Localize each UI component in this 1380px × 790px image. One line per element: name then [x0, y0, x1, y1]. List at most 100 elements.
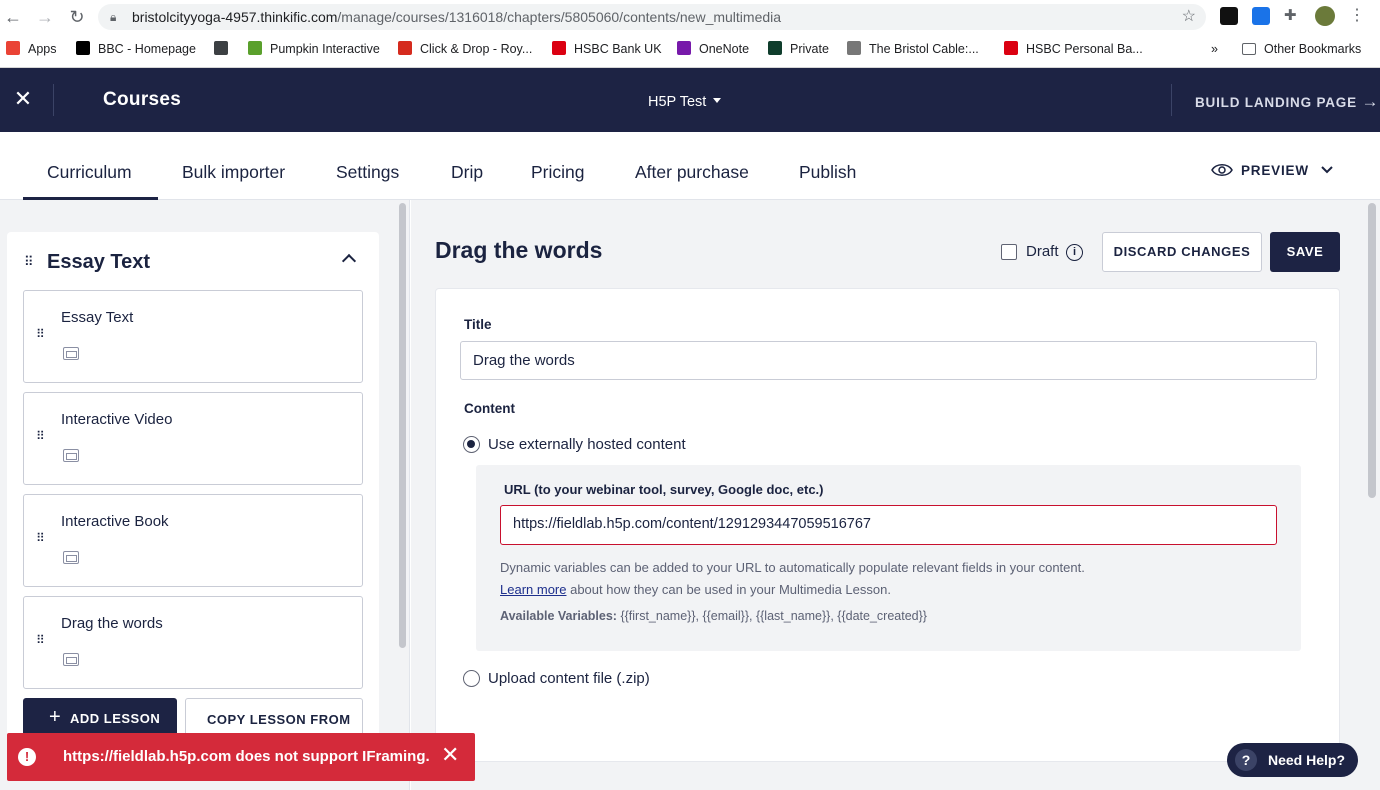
bookmark-icon [214, 41, 228, 55]
learn-more-link[interactable]: Learn more [500, 582, 566, 597]
build-landing-page-button[interactable]: BUILD LANDING PAGE → [1195, 92, 1379, 112]
bookmark-label: HSBC Personal Ba... [1026, 42, 1143, 56]
other-bookmarks[interactable]: Other Bookmarks [1242, 40, 1361, 58]
divider [1171, 84, 1172, 116]
extension-icon[interactable] [1252, 7, 1270, 25]
bookmark-icon [76, 41, 90, 55]
folder-icon [1242, 43, 1256, 55]
multimedia-icon [63, 551, 79, 564]
bookmark-icon [847, 41, 861, 55]
menu-icon[interactable]: ⋮ [1348, 7, 1366, 25]
available-variables: Available Variables: {{first_name}}, {{e… [500, 609, 927, 623]
lesson-item[interactable]: ⠿ Interactive Book [23, 494, 363, 587]
tab-drip[interactable]: Drip [451, 162, 483, 183]
section-title: Courses [103, 89, 182, 110]
course-tabs: Curriculum Bulk importer Settings Drip P… [0, 132, 1380, 200]
tab-publish[interactable]: Publish [799, 162, 856, 183]
tab-curriculum[interactable]: Curriculum [47, 162, 132, 183]
drag-handle-icon[interactable]: ⠿ [36, 531, 45, 545]
tab-pricing[interactable]: Pricing [531, 162, 585, 183]
bookmark-item[interactable]: OneNote [677, 40, 749, 58]
bookmark-label: HSBC Bank UK [574, 42, 662, 56]
url-field[interactable]: https://fieldlab.h5p.com/content/1291293… [500, 505, 1277, 545]
bookmark-item[interactable] [214, 40, 236, 58]
error-icon: ! [18, 748, 36, 766]
sidebar-scrollbar[interactable] [399, 203, 406, 648]
lesson-item[interactable]: ⠿ Drag the words [23, 596, 363, 689]
bookmark-item[interactable]: Pumpkin Interactive [248, 40, 380, 58]
bookmark-item[interactable]: BBC - Homepage [76, 40, 196, 58]
extension-icon[interactable] [1220, 7, 1238, 25]
multimedia-icon [63, 347, 79, 360]
lesson-name: Drag the words [61, 615, 163, 632]
lesson-item[interactable]: ⠿ Essay Text [23, 290, 363, 383]
plus-icon: + [49, 706, 62, 728]
bookmark-star-icon[interactable]: ☆ [1182, 4, 1196, 30]
multimedia-icon [63, 653, 79, 666]
address-bar-url: bristolcityyoga-4957.thinkific.com/manag… [132, 9, 782, 25]
tab-after-purchase[interactable]: After purchase [635, 162, 749, 183]
lock-icon: 🔒︎ [110, 10, 117, 24]
info-icon[interactable]: i [1066, 244, 1083, 261]
bookmark-label: Private [790, 42, 829, 56]
bookmark-icon [6, 41, 20, 55]
drag-handle-icon[interactable]: ⠿ [36, 633, 45, 647]
discard-changes-button[interactable]: DISCARD CHANGES [1102, 232, 1262, 272]
bookmark-label: Apps [28, 42, 57, 56]
upload-content-label[interactable]: Upload content file (.zip) [488, 670, 650, 687]
close-icon[interactable]: ✕ [12, 88, 34, 110]
back-icon[interactable]: ← [2, 6, 24, 28]
course-selector[interactable]: H5P Test [648, 94, 722, 110]
drag-handle-icon[interactable]: ⠿ [36, 327, 45, 341]
browser-chrome: ← → ↻ 🔒︎ bristolcityyoga-4957.thinkific.… [0, 0, 1380, 68]
address-bar[interactable]: 🔒︎ bristolcityyoga-4957.thinkific.com/ma… [98, 4, 1206, 30]
bookmark-item[interactable]: HSBC Personal Ba... [1004, 40, 1143, 58]
reload-icon[interactable]: ↻ [66, 6, 88, 28]
bookmark-item[interactable]: Apps [6, 40, 57, 58]
need-help-button[interactable]: ? Need Help? [1227, 743, 1358, 777]
other-bookmarks-label: Other Bookmarks [1264, 42, 1362, 56]
external-content-radio[interactable] [463, 436, 480, 453]
arrow-right-icon: → [1361, 92, 1380, 111]
upload-content-radio[interactable] [463, 670, 480, 687]
bookmark-label: Pumpkin Interactive [270, 42, 380, 56]
bookmark-label: Click & Drop - Roy... [420, 42, 533, 56]
save-button[interactable]: SAVE [1270, 232, 1340, 272]
close-icon[interactable]: ✕ [441, 744, 459, 766]
content-label: Content [464, 401, 515, 416]
multimedia-icon [63, 449, 79, 462]
lesson-name: Interactive Book [61, 513, 169, 530]
tab-bulk-importer[interactable]: Bulk importer [182, 162, 285, 183]
more-bookmarks-icon[interactable]: » [1211, 40, 1218, 58]
chapter-card: ⠿ Essay Text ⠿ Essay Text ⠿ Interactive … [7, 232, 379, 752]
lesson-item[interactable]: ⠿ Interactive Video [23, 392, 363, 485]
bookmark-item[interactable]: HSBC Bank UK [552, 40, 662, 58]
eye-icon [1211, 164, 1233, 176]
page-title: Drag the words [435, 237, 603, 263]
lesson-name: Essay Text [61, 309, 134, 326]
chevron-down-icon [1321, 166, 1334, 174]
editor-scrollbar[interactable] [1368, 203, 1376, 498]
drag-handle-icon[interactable]: ⠿ [24, 254, 33, 270]
curriculum-sidebar: ⠿ Essay Text ⠿ Essay Text ⠿ Interactive … [0, 200, 410, 790]
toast-message: https://fieldlab.h5p.com does not suppor… [63, 748, 430, 765]
external-content-panel: URL (to your webinar tool, survey, Googl… [476, 465, 1301, 651]
question-icon: ? [1235, 749, 1257, 771]
draft-checkbox[interactable] [1001, 244, 1017, 260]
puzzle-icon[interactable]: ✚ [1284, 7, 1302, 25]
drag-handle-icon[interactable]: ⠿ [36, 429, 45, 443]
forward-icon[interactable]: → [34, 6, 56, 28]
title-field[interactable]: Drag the words [460, 341, 1317, 380]
bookmarks-bar: Apps BBC - Homepage Pumpkin Interactive Cli… [0, 38, 1380, 60]
bookmark-item[interactable]: Click & Drop - Roy... [398, 40, 532, 58]
preview-button[interactable]: PREVIEW [1211, 163, 1334, 178]
avatar[interactable] [1315, 6, 1335, 26]
lesson-name: Interactive Video [61, 411, 173, 428]
bookmark-item[interactable]: Private [768, 40, 829, 58]
external-content-label[interactable]: Use externally hosted content [488, 436, 686, 453]
bookmark-item[interactable]: The Bristol Cable:... [847, 40, 979, 58]
tab-settings[interactable]: Settings [336, 162, 399, 183]
draft-label: Draft [1026, 243, 1059, 260]
chevron-up-icon[interactable] [341, 253, 357, 269]
chapter-title[interactable]: Essay Text [47, 251, 150, 274]
